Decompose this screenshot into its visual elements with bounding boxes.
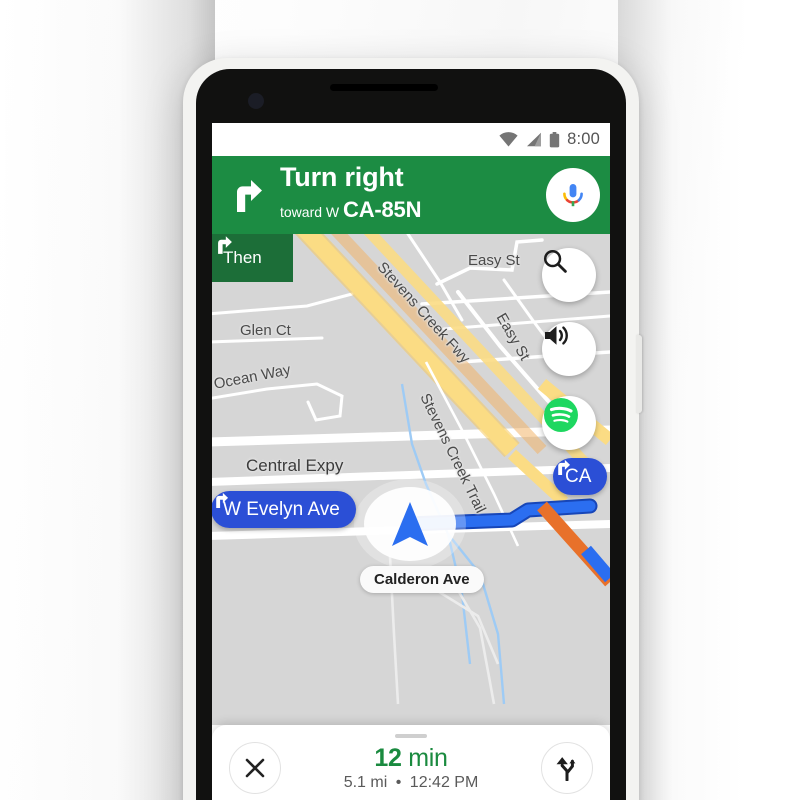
map-canvas[interactable]: Stevens Creek Fwy Easy St Easy St Glen C… xyxy=(212,234,610,725)
spotify-fab[interactable] xyxy=(542,396,596,450)
volume-on-icon xyxy=(545,326,568,345)
eta-duration-value: 12 xyxy=(374,744,402,772)
close-x-icon xyxy=(245,758,265,778)
current-street-pill: Calderon Ave xyxy=(360,566,484,593)
turn-right-arrow-icon xyxy=(558,459,571,476)
phone-power-button[interactable] xyxy=(636,335,642,413)
turn-chip-label: W Evelyn Ave xyxy=(223,498,340,520)
turn-right-arrow-icon xyxy=(237,180,262,212)
eta-row: 12 min 5.1 mi • 12:42 PM xyxy=(212,737,610,799)
battery-icon xyxy=(549,131,560,147)
assistant-mic-button[interactable] xyxy=(546,168,600,222)
phone-earpiece-speaker xyxy=(330,84,438,91)
search-fab[interactable] xyxy=(542,248,596,302)
eta-summary: 12 min 5.1 mi • 12:42 PM xyxy=(281,744,541,792)
cellular-signal-icon xyxy=(527,132,542,147)
eta-details: 5.1 mi • 12:42 PM xyxy=(281,774,541,792)
status-bar: 8:00 xyxy=(212,123,610,156)
wifi-icon xyxy=(499,132,518,147)
primary-instruction: Turn right xyxy=(280,161,404,192)
navigation-instruction-header: Turn right toward W CA-85N xyxy=(212,156,610,234)
map-vector-layer xyxy=(212,234,610,725)
alternate-routes-icon xyxy=(556,757,576,781)
backdrop-shadow-right xyxy=(618,0,800,800)
eta-bottom-sheet: 12 min 5.1 mi • 12:42 PM xyxy=(212,725,610,800)
eta-distance: 5.1 mi xyxy=(343,774,388,791)
instruction-text-block: Turn right toward W CA-85N xyxy=(278,161,546,227)
maneuver-icon-container xyxy=(212,176,278,214)
eta-duration: 12 min xyxy=(281,744,541,773)
close-navigation-button[interactable] xyxy=(229,742,281,794)
search-icon xyxy=(543,249,567,273)
alternate-routes-button[interactable] xyxy=(541,742,593,794)
google-assistant-mic-icon xyxy=(563,184,583,207)
phone-front-camera xyxy=(248,93,264,109)
status-bar-clock: 8:00 xyxy=(567,130,600,148)
turn-right-arrow-icon xyxy=(218,236,232,254)
sound-fab[interactable] xyxy=(542,322,596,376)
phone-screen: 8:00 Turn right toward W CA-85N Stevens … xyxy=(212,123,610,800)
turn-right-arrow-icon xyxy=(216,492,229,509)
then-maneuver-banner: Then xyxy=(212,234,293,282)
turn-chip-w-evelyn-ave[interactable]: W Evelyn Ave xyxy=(212,491,356,528)
secondary-road-name: CA-85N xyxy=(343,197,422,223)
secondary-prefix: toward W xyxy=(280,204,340,221)
spotify-icon xyxy=(544,398,578,432)
eta-separator: • xyxy=(395,774,402,791)
eta-arrival-time: 12:42 PM xyxy=(409,774,479,791)
eta-duration-unit: min xyxy=(408,744,448,772)
turn-chip-ca[interactable]: CA xyxy=(553,458,608,495)
secondary-instruction: toward W CA-85N xyxy=(280,193,546,226)
